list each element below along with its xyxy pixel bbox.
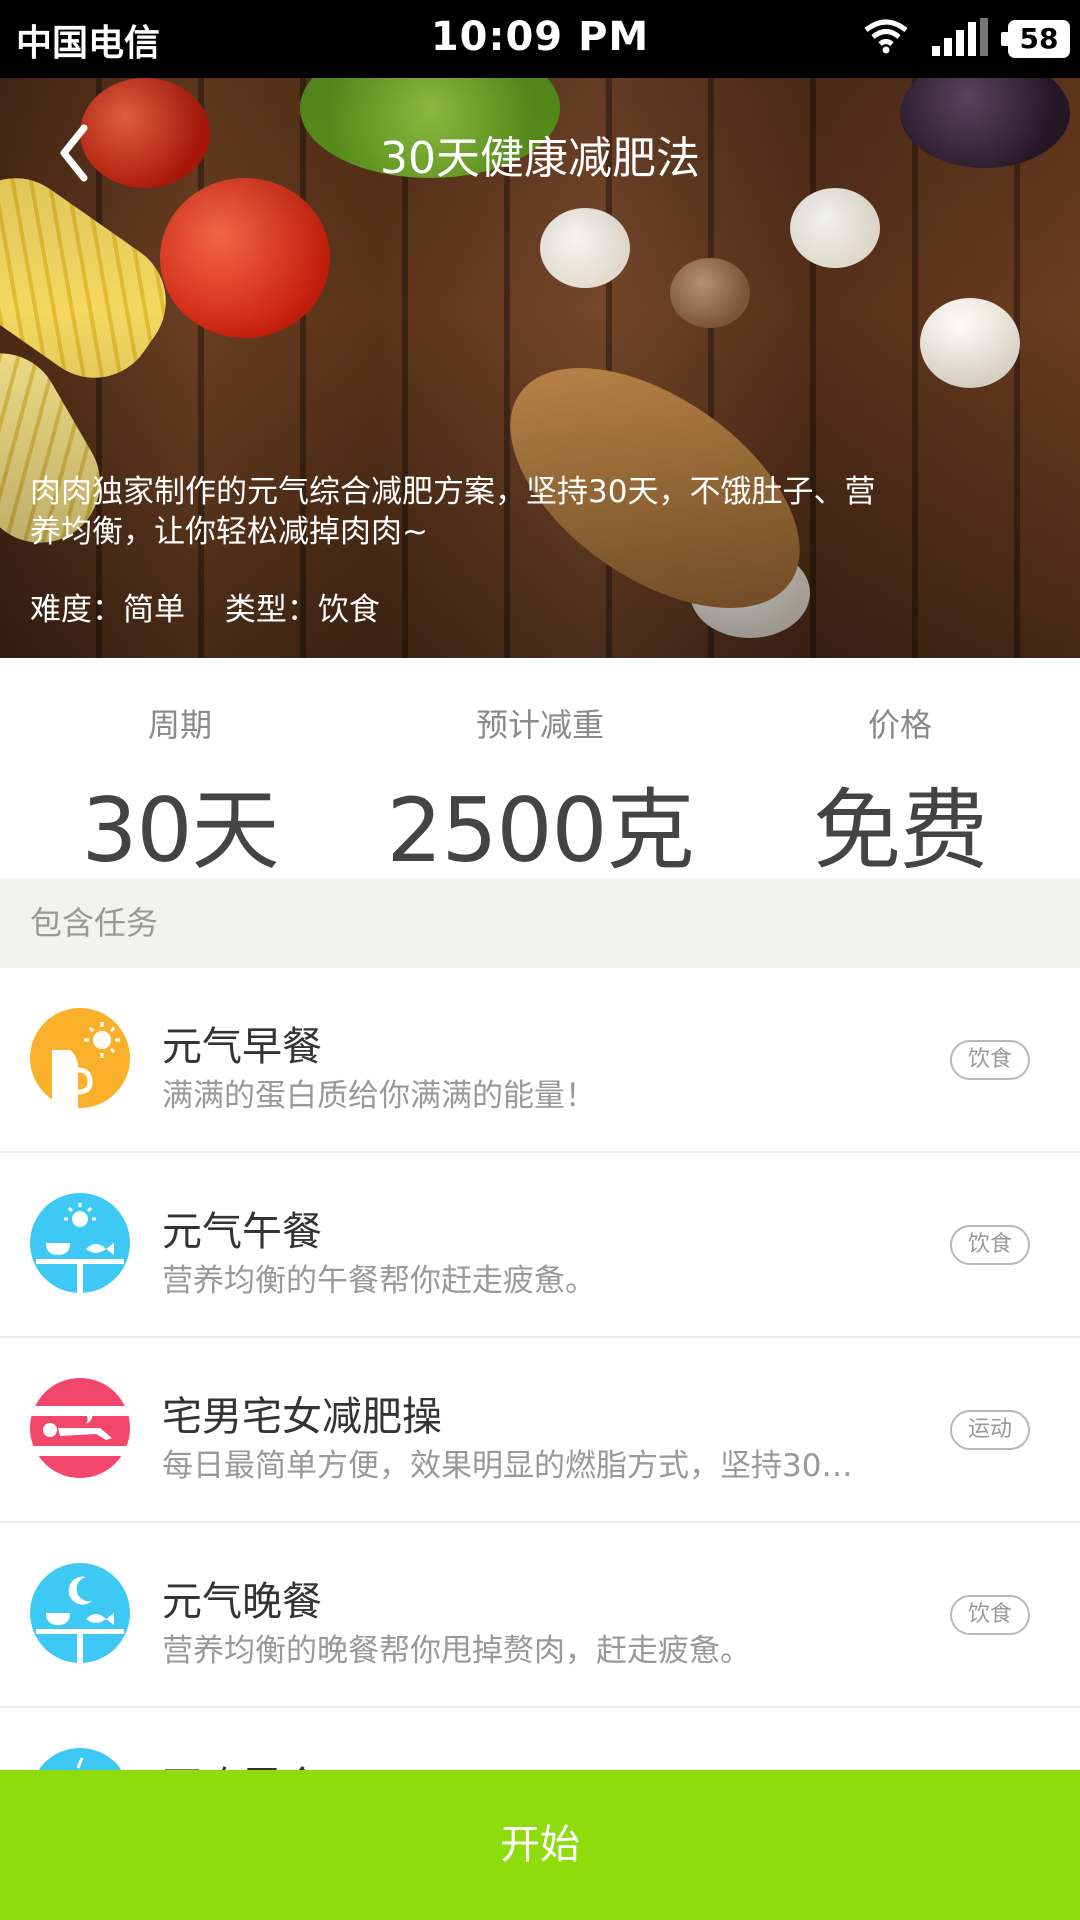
- clock: 10:09 PM: [430, 14, 650, 60]
- task-subtitle: 营养均衡的午餐帮你赶走疲惫。: [162, 1263, 596, 1299]
- task-title: 元气早餐: [162, 1024, 322, 1070]
- battery-icon: 58: [1001, 20, 1070, 58]
- stat-label: 周期: [147, 706, 212, 744]
- plan-meta: 难度：简单 类型：饮食: [30, 584, 410, 629]
- stat-label: 预计减重: [475, 706, 604, 744]
- stat-value: 免费: [812, 779, 988, 882]
- stat-label: 价格: [867, 706, 932, 744]
- task-title: 宅男宅女减肥操: [162, 1394, 442, 1440]
- plan-description: 肉肉独家制作的元气综合减肥方案，坚持30天，不饿肚子、营养均衡，让你轻松减掉肉肉…: [30, 474, 876, 550]
- exercise-icon: [30, 1378, 130, 1478]
- task-title: 元气午餐: [162, 1209, 322, 1255]
- signal-icon: [932, 18, 988, 56]
- list-item[interactable]: 元气早餐 满满的蛋白质给你满满的能量！ 饮食: [0, 968, 1080, 1153]
- lunch-icon: [30, 1193, 130, 1293]
- list-item[interactable]: 元气午餐 营养均衡的午餐帮你赶走疲惫。 饮食: [0, 1153, 1080, 1338]
- page-title: 30天健康减肥法: [380, 133, 700, 184]
- status-bar: 中国电信 10:09 PM 58: [0, 0, 1080, 78]
- hero-banner: 30天健康减肥法 肉肉独家制作的元气综合减肥方案，坚持30天，不饿肚子、营养均衡…: [0, 78, 1080, 658]
- stat-price: 价格 免费: [720, 658, 1080, 887]
- stat-weight-loss: 预计减重 2500克: [360, 658, 720, 887]
- type-label: 类型：饮食: [224, 592, 380, 628]
- stat-value: 2500克: [386, 779, 695, 882]
- start-button[interactable]: 开始: [0, 1770, 1080, 1920]
- task-tag: 饮食: [950, 1595, 1030, 1635]
- task-tag: 饮食: [950, 1225, 1030, 1265]
- list-item[interactable]: 元气晚餐 营养均衡的晚餐帮你甩掉赘肉，赶走疲惫。 饮食: [0, 1523, 1080, 1708]
- stat-value: 30天: [81, 779, 280, 882]
- plan-stats: 周期 30天 预计减重 2500克 价格 免费: [0, 658, 1080, 882]
- section-header: 包含任务: [0, 878, 1080, 968]
- task-list: 元气早餐 满满的蛋白质给你满满的能量！ 饮食 元气午餐 营养均衡的午餐帮你赶走疲…: [0, 968, 1080, 1893]
- task-tag: 运动: [950, 1410, 1030, 1450]
- task-title: 元气晚餐: [162, 1579, 322, 1625]
- task-subtitle: 每日最简单方便，效果明显的燃脂方式，坚持30…: [162, 1448, 853, 1484]
- stat-period: 周期 30天: [0, 658, 360, 887]
- task-subtitle: 满满的蛋白质给你满满的能量！: [162, 1078, 596, 1114]
- task-tag: 饮食: [950, 1040, 1030, 1080]
- wifi-icon: [864, 19, 908, 54]
- dinner-icon: [30, 1563, 130, 1663]
- breakfast-icon: [30, 1008, 130, 1108]
- task-subtitle: 营养均衡的晚餐帮你甩掉赘肉，赶走疲惫。: [162, 1633, 751, 1669]
- list-item[interactable]: 宅男宅女减肥操 每日最简单方便，效果明显的燃脂方式，坚持30… 运动: [0, 1338, 1080, 1523]
- difficulty-label: 难度：简单: [30, 592, 185, 628]
